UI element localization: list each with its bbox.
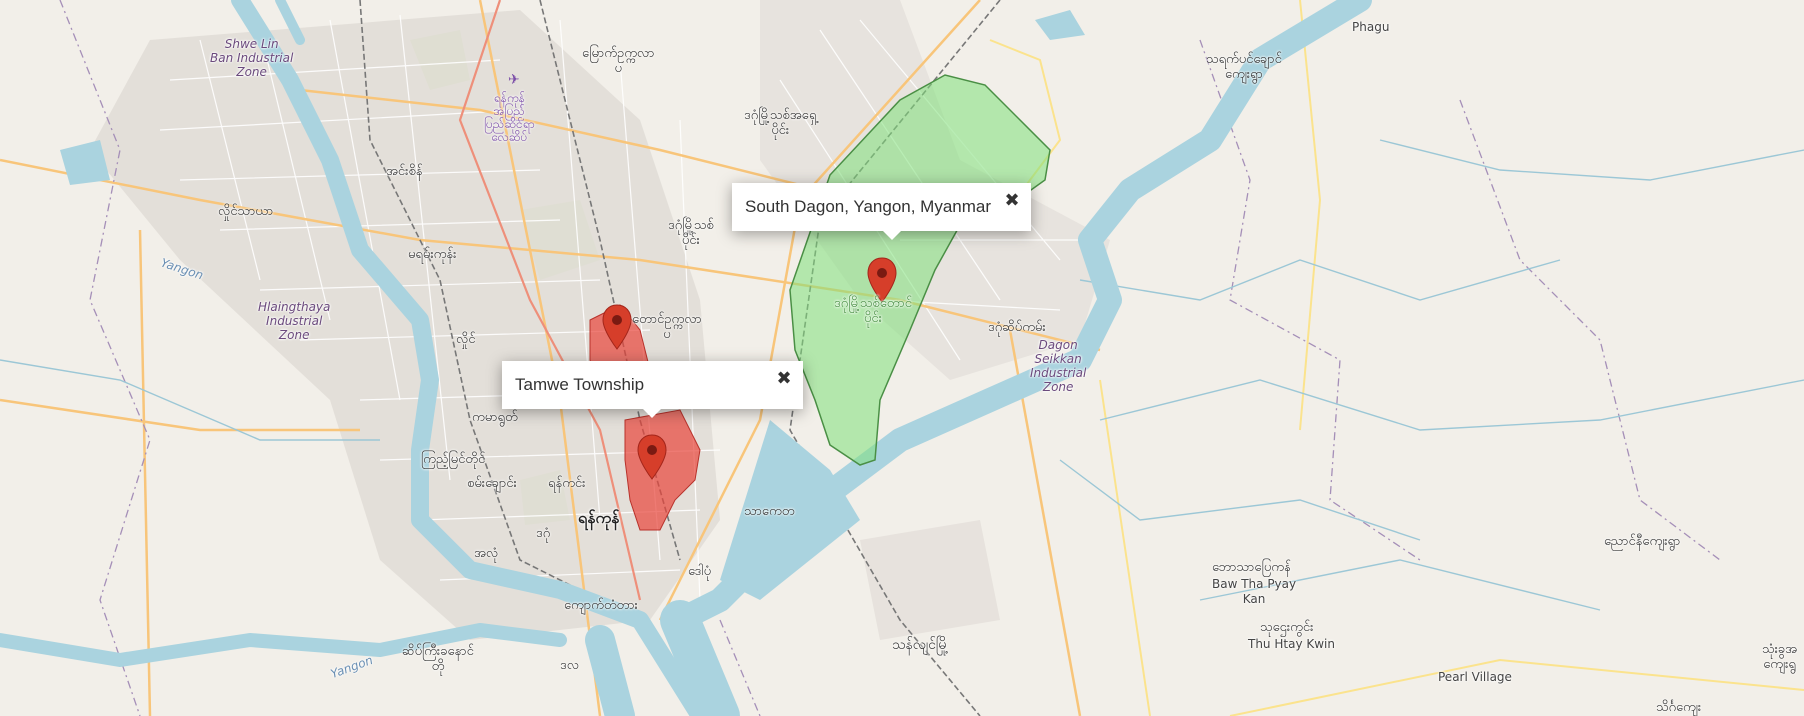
label-thayet-chaung: သရက်ပင်ချောင် ကျေးရွာ [1206, 52, 1282, 82]
close-icon[interactable]: ✖ [1001, 183, 1023, 217]
popup-tamwe: Tamwe Township ✖ [502, 361, 803, 418]
label-south-dagon: ဒဂုံမြို့သစ်တောင် ပိုင်း [834, 296, 912, 326]
label-north-dagon-2: ဒဂုံမြို့သစ် ပိုင်း [668, 218, 714, 248]
label-dagon-seikkan-zone: Dagon Seikkan Industrial Zone [1030, 338, 1087, 394]
popup-tip [642, 408, 662, 418]
popup-south-dagon: South Dagon, Yangon, Myanmar ✖ [732, 183, 1032, 240]
red-marker-tamwe[interactable] [636, 434, 668, 480]
label-thu-htay-en: Thu Htay Kwin [1248, 637, 1335, 651]
label-yangon-city: ရန်ကုန် [578, 508, 620, 527]
label-thu-htay-my: သုဌေးကွင်း [1260, 620, 1314, 635]
label-hlaing: လှိုင် [456, 332, 476, 347]
label-south-okkalapa: တောင်ဥက္ကလာ ပ [632, 312, 702, 342]
label-kyauktada: ကျောက်တံတား [564, 598, 638, 613]
label-dawbon: ဒေါပုံ [688, 564, 711, 579]
popup-tamwe-text: Tamwe Township [515, 375, 645, 394]
label-thanlyin: သန်လျင်မြို့ [892, 637, 949, 653]
label-kyimyindaing: ကြည့်မြင်တိုင် [421, 452, 486, 467]
label-sanchaung: စမ်းချောင်း [467, 476, 517, 491]
label-baw-tha-my: ဘောသာပြေကန် [1212, 560, 1291, 575]
label-north-dagon: ဒဂုံမြို့သစ်အရှေ့ ပိုင်း [744, 108, 817, 138]
label-hnin-si: ညောင်နီကျေးရွာ [1604, 534, 1681, 549]
label-hlaing-tharyar: လှိုင်သာယာ [218, 204, 274, 219]
label-dagon: ဒဂုံ [536, 526, 551, 541]
red-marker-north[interactable] [601, 304, 633, 350]
popup-south-dagon-text: South Dagon, Yangon, Myanmar [745, 197, 992, 216]
label-right-edge: သုံးခွအ ကျေးရွ [1762, 642, 1798, 672]
label-kamayut: ကမာရွတ် [472, 410, 518, 425]
label-pearl-village: Pearl Village [1438, 670, 1512, 684]
popup-tip [882, 230, 902, 240]
label-phagu: Phagu [1352, 20, 1390, 34]
label-ahlone: အလုံ [474, 546, 499, 561]
label-thaketa: သာကေတ [744, 504, 795, 519]
label-mayangone-north: မြောက်ဥက္ကလာ ပ [582, 46, 655, 76]
label-bottom-right: သိင်္ဂကျေး [1656, 700, 1702, 715]
label-hlaingthaya-zone: Hlaingthaya Industrial Zone [258, 300, 331, 342]
label-insein: အင်းစိန် [386, 164, 423, 179]
label-yankin: ရန်ကင်း [548, 476, 586, 491]
label-airport: ရန်ကုန် အပြည် ပြည်ဆိုင်ရာ လေဆိပ် [484, 91, 535, 144]
close-icon[interactable]: ✖ [773, 361, 795, 395]
label-seikkyi: ဆိပ်ကြီးခနောင် တို [402, 644, 474, 674]
map-tiles: ✈ [0, 0, 1804, 716]
map-view[interactable]: ✈ Shwe Lin Ban Industrial Zone ရန်ကုန် အ… [0, 0, 1804, 716]
svg-text:✈: ✈ [508, 72, 520, 88]
label-shwe-lin-zone: Shwe Lin Ban Industrial Zone [210, 37, 294, 79]
label-baw-tha-en: Baw Tha Pyay Kan [1212, 577, 1297, 606]
label-mayangone: မရမ်းကုန်း [408, 247, 457, 262]
label-dagon-seikkan: ဒဂုံဆိပ်ကမ်း [988, 320, 1046, 335]
label-dala: ဒလ [560, 658, 579, 673]
